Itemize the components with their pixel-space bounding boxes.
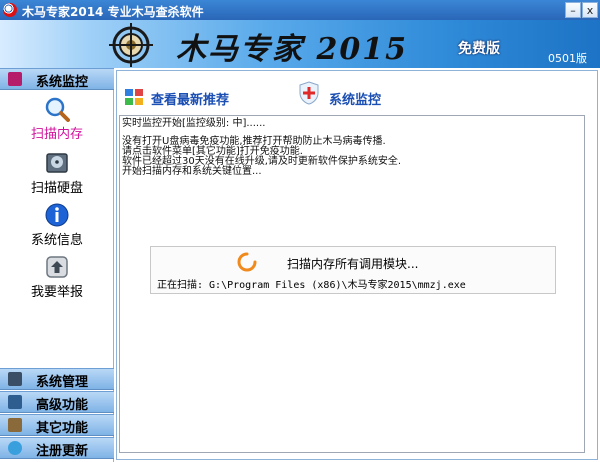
monitor-shield-icon (299, 81, 319, 105)
brand-title: 木马专家 2015 (176, 32, 408, 67)
globe-icon (8, 441, 22, 455)
window-title: 木马专家2014 专业木马查杀软件 (22, 5, 204, 19)
sidebar-item-system-info[interactable]: 系统信息 (4, 202, 110, 250)
header-banner: 木马专家 2015 免费版 0501版 (0, 20, 600, 68)
scan-current-path: 正在扫描: G:\Program Files (x86)\木马专家2015\mm… (157, 280, 466, 291)
version-label: 0501版 (548, 52, 587, 65)
app-logo-icon (3, 3, 17, 17)
scan-progress-dialog: 扫描内存所有调用模块... 正在扫描: G:\Program Files (x8… (150, 246, 556, 294)
gear-icon (8, 372, 22, 386)
sidebar-section-monitor[interactable]: 系统监控 (0, 68, 114, 90)
scan-status-text: 扫描内存所有调用模块... (287, 257, 419, 271)
sidebar-section-other[interactable]: 其它功能 (0, 414, 114, 436)
crosshair-logo-icon (109, 23, 153, 67)
system-monitor-link[interactable]: 系统监控 (329, 89, 381, 108)
title-bar[interactable]: 木马专家2014 专业木马查杀软件 – x (0, 0, 600, 20)
sidebar-section-advanced[interactable]: 高级功能 (0, 391, 114, 413)
log-line: 开始扫描内存和系统关键位置... (122, 166, 262, 177)
log-line: 实时监控开始[监控级别: 中]...... (122, 118, 266, 129)
edition-badge: 免费版 (458, 41, 500, 57)
sidebar-section-register-update[interactable]: 注册更新 (0, 437, 114, 459)
view-recommend-link[interactable]: 查看最新推荐 (151, 89, 229, 108)
magnifier-icon (45, 97, 70, 122)
sidebar: 系统监控 扫描内存 扫描硬盘 系统信息 我要举报 系统管理 高级功能 其它功能 … (0, 68, 114, 462)
info-icon (45, 203, 69, 227)
shield-icon (8, 72, 22, 86)
report-upload-icon (46, 256, 68, 278)
hard-disk-icon (46, 153, 68, 173)
loading-spinner-icon (237, 252, 257, 272)
tools-icon (8, 418, 22, 432)
grid-recommend-icon (125, 89, 143, 105)
main-panel: 查看最新推荐 系统监控 实时监控开始[监控级别: 中]...... 没有打开U盘… (116, 70, 598, 460)
monitor-log[interactable]: 实时监控开始[监控级别: 中]...... 没有打开U盘病毒免疫功能,推荐打开帮… (119, 115, 585, 453)
sidebar-item-scan-disk[interactable]: 扫描硬盘 (4, 150, 110, 198)
sidebar-item-report[interactable]: 我要举报 (4, 254, 110, 302)
minimize-button[interactable]: – (565, 2, 581, 18)
close-button[interactable]: x (582, 2, 598, 18)
advanced-gear-icon (8, 395, 22, 409)
sidebar-item-scan-memory[interactable]: 扫描内存 (4, 96, 110, 144)
sidebar-section-system-management[interactable]: 系统管理 (0, 368, 114, 390)
